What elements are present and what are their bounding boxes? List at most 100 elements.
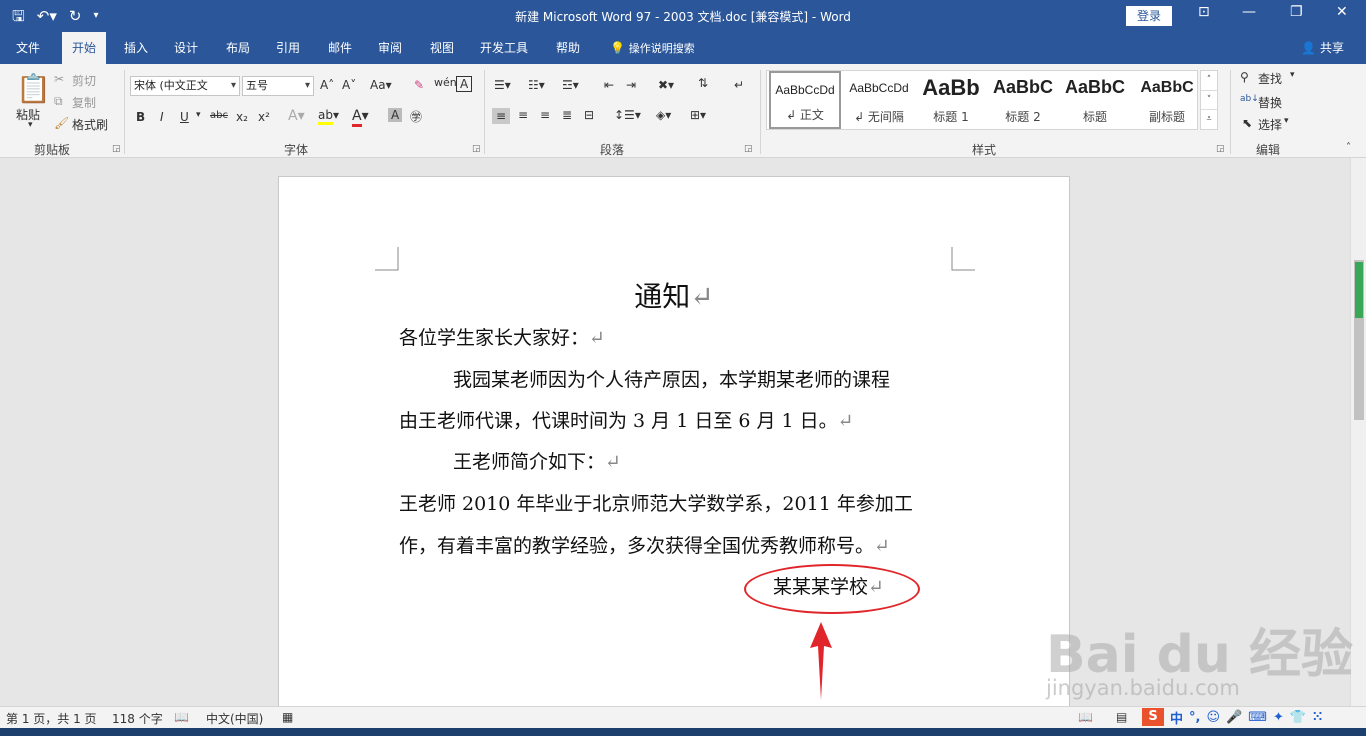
- ime-mode-chinese[interactable]: 中: [1170, 708, 1183, 727]
- style-heading-1[interactable]: AaBb 标题 1: [915, 71, 987, 129]
- align-left-icon[interactable]: ≡: [492, 108, 511, 124]
- style-gallery-scroll[interactable]: ˄ ˅ ⩡: [1200, 70, 1218, 130]
- voice-icon[interactable]: 🎤: [1226, 710, 1242, 725]
- paragraph-launcher-icon[interactable]: ◲: [744, 144, 753, 154]
- print-layout-icon[interactable]: ▤: [1116, 710, 1127, 724]
- multilevel-list-icon[interactable]: ☲▾: [562, 78, 579, 92]
- distributed-icon[interactable]: ⊟: [584, 108, 594, 122]
- format-painter-icon[interactable]: 🖌: [54, 116, 69, 130]
- phonetic-guide-icon[interactable]: wén: [434, 76, 457, 89]
- body-paragraph-2[interactable]: 王老师简介如下：↵: [453, 447, 621, 474]
- decrease-indent-icon[interactable]: ⇤: [604, 78, 614, 92]
- share-button[interactable]: 👤 共享: [1301, 32, 1344, 64]
- replace-icon[interactable]: ab↓: [1240, 94, 1259, 104]
- char-shading-icon[interactable]: A: [388, 108, 403, 122]
- body-paragraph-3-line-1[interactable]: 王老师 2010 年毕业于北京师范大学数学系，2011 年参加工: [399, 489, 913, 516]
- change-case-icon[interactable]: Aa▾: [370, 78, 392, 92]
- find-button[interactable]: 查找: [1258, 70, 1282, 87]
- shrink-font-icon[interactable]: A˅: [342, 78, 356, 92]
- page-count[interactable]: 第 1 页，共 1 页: [6, 710, 97, 727]
- word-count[interactable]: 118 个字: [112, 710, 163, 727]
- styles-launcher-icon[interactable]: ◲: [1216, 144, 1225, 154]
- bullets-icon[interactable]: ☰▾: [494, 78, 511, 92]
- style-title[interactable]: AaBbC 标题: [1059, 71, 1131, 129]
- copy-icon[interactable]: ⧉: [54, 94, 63, 109]
- document-heading[interactable]: 通知↵: [279, 275, 1069, 315]
- tab-review[interactable]: 审阅: [368, 32, 412, 64]
- skin-icon[interactable]: 👕: [1290, 710, 1306, 725]
- select-icon[interactable]: ⬉: [1242, 116, 1252, 130]
- close-button[interactable]: ✕: [1336, 4, 1348, 20]
- tab-developer[interactable]: 开发工具: [470, 32, 538, 64]
- emoji-icon[interactable]: ☺: [1206, 710, 1220, 725]
- align-center-icon[interactable]: ≡: [518, 108, 528, 122]
- font-color-icon[interactable]: A▾: [352, 108, 369, 127]
- select-dropdown-icon[interactable]: ▾: [1284, 116, 1289, 126]
- document-page[interactable]: 通知↵ 各位学生家长大家好：↵ 我园某老师因为个人待产原因，本学期某老师的课程 …: [278, 176, 1070, 706]
- chevron-up-icon[interactable]: ˄: [1201, 71, 1217, 90]
- text-effects-icon[interactable]: A▾: [288, 108, 305, 124]
- macro-icon[interactable]: ▦: [282, 710, 293, 724]
- expand-gallery-icon[interactable]: ⩡: [1201, 109, 1217, 128]
- paste-dropdown-icon[interactable]: ▾: [28, 120, 33, 130]
- font-launcher-icon[interactable]: ◲: [472, 144, 481, 154]
- increase-indent-icon[interactable]: ⇥: [626, 78, 636, 92]
- enclose-char-icon[interactable]: ㊫: [410, 108, 422, 125]
- tab-design[interactable]: 设计: [164, 32, 208, 64]
- numbering-icon[interactable]: ☷▾: [528, 78, 545, 92]
- style-heading-2[interactable]: AaBbC 标题 2: [987, 71, 1059, 129]
- cut-icon[interactable]: ✂: [54, 72, 64, 86]
- subscript-button[interactable]: x₂: [236, 110, 248, 124]
- keyboard-icon[interactable]: ⌨: [1248, 710, 1267, 725]
- proofing-icon[interactable]: 📖: [174, 710, 189, 724]
- read-mode-icon[interactable]: 📖: [1078, 710, 1093, 724]
- clear-format-icon[interactable]: ✎: [414, 78, 424, 92]
- tab-references[interactable]: 引用: [266, 32, 310, 64]
- font-size-combo[interactable]: 五号 ▾: [242, 76, 314, 96]
- body-paragraph-1-line-1[interactable]: 我园某老师因为个人待产原因，本学期某老师的课程: [453, 365, 890, 392]
- style-no-spacing[interactable]: AaBbCcDd ↲ 无间隔: [843, 71, 915, 129]
- sort-icon[interactable]: ⇅: [698, 76, 708, 90]
- paste-icon[interactable]: 📋: [16, 72, 51, 105]
- tab-view[interactable]: 视图: [420, 32, 464, 64]
- borders-icon[interactable]: ⊞▾: [690, 108, 706, 122]
- tab-layout[interactable]: 布局: [216, 32, 260, 64]
- style-normal[interactable]: AaBbCcDd ↲ 正文: [769, 71, 841, 129]
- tab-insert[interactable]: 插入: [114, 32, 158, 64]
- style-subtitle[interactable]: AaBbC 副标题: [1131, 71, 1203, 129]
- clipboard-launcher-icon[interactable]: ◲: [112, 144, 121, 154]
- tab-file[interactable]: 文件: [6, 32, 50, 64]
- strikethrough-button[interactable]: abc: [210, 110, 228, 121]
- line-spacing-icon[interactable]: ↕☰▾: [614, 108, 641, 122]
- shading-icon[interactable]: ◈▾: [656, 108, 671, 122]
- highlight-icon[interactable]: ab▾: [318, 108, 339, 125]
- select-button[interactable]: 选择: [1258, 116, 1282, 133]
- char-border-icon[interactable]: A: [456, 76, 473, 92]
- greeting-paragraph[interactable]: 各位学生家长大家好：↵: [399, 323, 605, 350]
- ribbon-display-icon[interactable]: ⊡: [1198, 4, 1210, 20]
- format-painter-button[interactable]: 格式刷: [72, 116, 108, 133]
- cut-button[interactable]: 剪切: [72, 72, 96, 89]
- tab-mailings[interactable]: 邮件: [318, 32, 362, 64]
- find-dropdown-icon[interactable]: ▾: [1290, 70, 1295, 80]
- tell-me-search[interactable]: 💡 操作说明搜索: [600, 32, 705, 64]
- punctuation-icon[interactable]: °,: [1189, 710, 1200, 725]
- sogou-ime-icon[interactable]: S: [1142, 708, 1164, 726]
- minimize-button[interactable]: —: [1242, 4, 1256, 20]
- body-paragraph-1-line-2[interactable]: 由王老师代课，代课时间为 3 月 1 日至 6 月 1 日。↵: [399, 406, 854, 433]
- find-icon[interactable]: ⚲: [1240, 70, 1249, 84]
- italic-button[interactable]: I: [160, 110, 164, 124]
- chevron-down-icon[interactable]: ˅: [1201, 90, 1217, 109]
- chinese-layout-icon[interactable]: ✖▾: [658, 78, 674, 92]
- menu-grid-icon[interactable]: ⁙: [1312, 710, 1323, 725]
- replace-button[interactable]: 替换: [1258, 94, 1282, 111]
- copy-button[interactable]: 复制: [72, 94, 96, 111]
- tab-help[interactable]: 帮助: [546, 32, 590, 64]
- maximize-button[interactable]: ❐: [1290, 4, 1303, 20]
- language-indicator[interactable]: 中文(中国): [206, 710, 263, 727]
- font-name-combo[interactable]: 宋体 (中文正文 ▾: [130, 76, 240, 96]
- body-paragraph-3-line-2[interactable]: 作，有着丰富的教学经验，多次获得全国优秀教师称号。↵: [399, 531, 890, 558]
- tab-home[interactable]: 开始: [62, 32, 107, 64]
- login-button[interactable]: 登录: [1126, 6, 1172, 26]
- underline-dropdown-icon[interactable]: ▾: [196, 110, 201, 120]
